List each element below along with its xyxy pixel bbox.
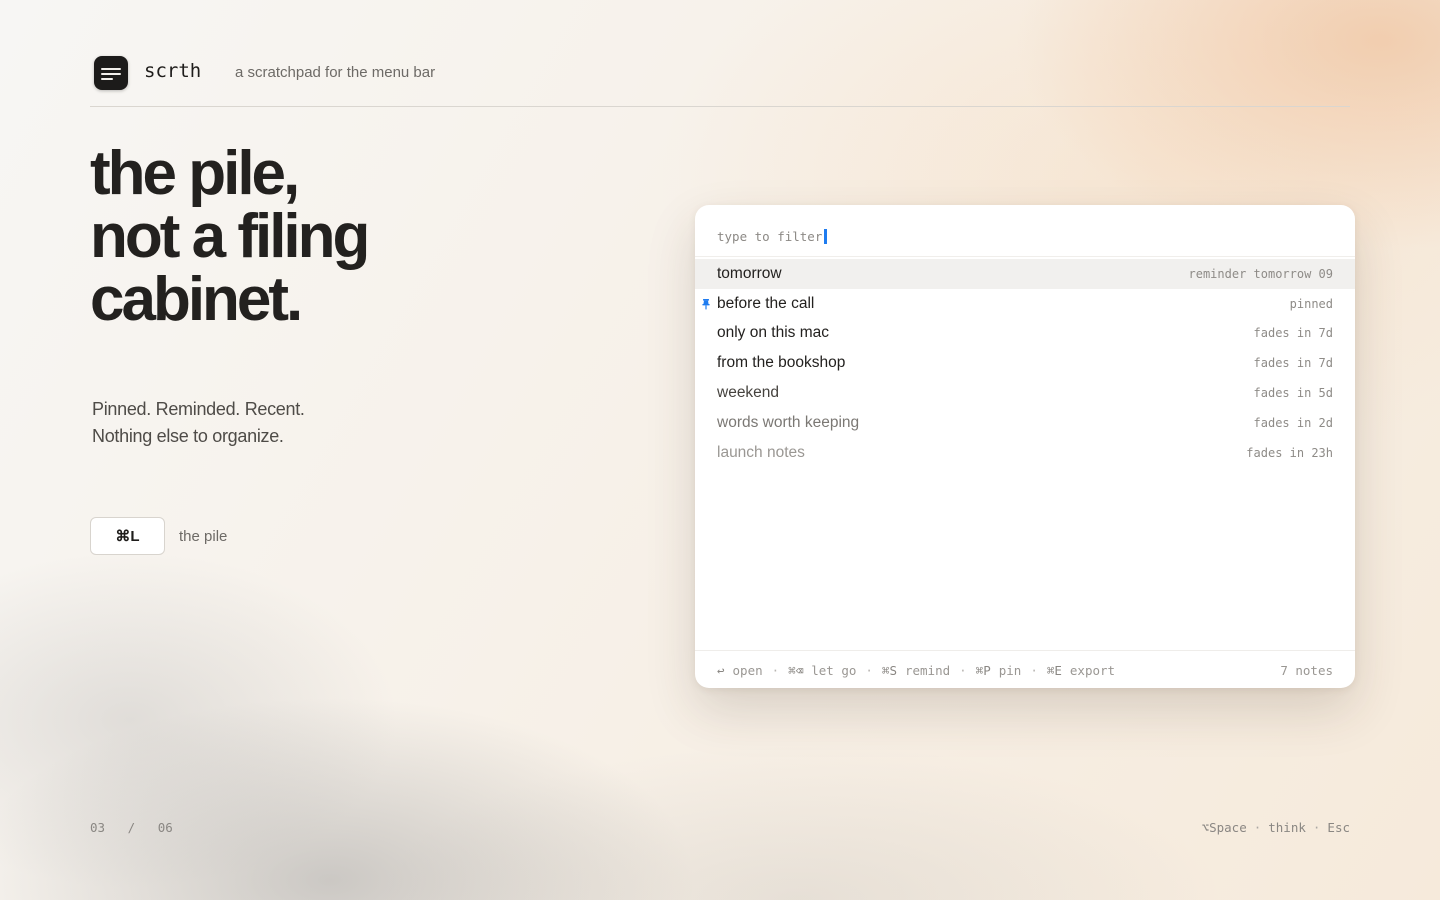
- delete-key-hint: ⌘⌫: [788, 662, 804, 678]
- note-row[interactable]: launch notes fades in 23h: [695, 438, 1355, 468]
- footer-separator: ·: [1030, 662, 1038, 678]
- note-row[interactable]: before the call pinned: [695, 289, 1355, 319]
- text-caret-icon: [824, 228, 828, 244]
- note-title: tomorrow: [717, 264, 782, 282]
- note-title: before the call: [717, 294, 815, 312]
- note-row[interactable]: weekend fades in 5d: [695, 378, 1355, 408]
- return-key-icon: ↩: [717, 662, 725, 678]
- shortcut-footer: ↩ open · ⌘⌫ let go · ⌘S remind · ⌘P pin …: [717, 661, 1333, 679]
- remind-key-hint: ⌘S: [881, 662, 897, 678]
- note-title: from the bookshop: [717, 354, 846, 372]
- hint-esc: Esc: [1327, 820, 1350, 835]
- export-key-hint: ⌘E: [1046, 662, 1062, 678]
- note-title: weekend: [717, 384, 780, 402]
- brand-name: scrth: [144, 60, 202, 82]
- filter-input[interactable]: type to filter: [717, 227, 828, 245]
- page-total: 06: [157, 820, 173, 835]
- headline-line: not a filing: [90, 202, 370, 271]
- shortcut-keycap[interactable]: ⌘L: [90, 517, 165, 555]
- note-title: only on this mac: [717, 324, 829, 342]
- action-let-go[interactable]: let go: [811, 663, 856, 678]
- note-row[interactable]: only on this mac fades in 7d: [695, 319, 1355, 349]
- subheading-line: Pinned. Reminded. Recent.: [92, 399, 305, 419]
- header-divider: [90, 106, 1350, 107]
- note-meta: reminder tomorrow 09: [1188, 266, 1334, 281]
- note-meta: fades in 7d: [1253, 356, 1333, 371]
- note-row[interactable]: from the bookshop fades in 7d: [695, 348, 1355, 378]
- keyboard-hints: ⌥Space · think · Esc: [1202, 820, 1350, 835]
- action-export[interactable]: export: [1070, 663, 1115, 678]
- hint-separator: ·: [1312, 820, 1321, 835]
- hint-separator: ·: [1253, 820, 1262, 835]
- note-title: launch notes: [717, 443, 805, 461]
- app-logo-icon: [94, 56, 128, 90]
- note-row[interactable]: tomorrow reminder tomorrow 09: [695, 259, 1355, 289]
- note-meta: fades in 7d: [1253, 326, 1333, 341]
- pin-icon: [702, 298, 710, 310]
- hint-think: think: [1268, 820, 1306, 835]
- tagline: a scratchpad for the menu bar: [235, 64, 436, 81]
- note-meta: fades in 2d: [1253, 415, 1333, 430]
- subheading-line: Nothing else to organize.: [92, 426, 284, 446]
- note-title: words worth keeping: [717, 413, 860, 431]
- slide-pager: 03 / 06: [90, 820, 173, 835]
- footer-divider: [695, 650, 1355, 651]
- footer-separator: ·: [771, 662, 780, 678]
- pin-key-hint: ⌘P: [975, 662, 991, 678]
- headline-line: cabinet.: [90, 265, 303, 334]
- action-remind[interactable]: remind: [905, 663, 950, 678]
- action-pin[interactable]: pin: [999, 663, 1022, 678]
- footer-separator: ·: [959, 662, 967, 678]
- page-current: 03: [90, 820, 106, 835]
- page-separator: /: [127, 820, 136, 835]
- note-row[interactable]: words worth keeping fades in 2d: [695, 408, 1355, 438]
- hint-option-space: ⌥Space: [1201, 820, 1247, 835]
- shortcut-label: the pile: [179, 528, 228, 545]
- subheading: Pinned. Reminded. Recent. Nothing else t…: [92, 396, 305, 450]
- note-meta: fades in 5d: [1253, 386, 1333, 401]
- notes-count: 7 notes: [1280, 662, 1333, 678]
- footer-separator: ·: [865, 662, 873, 678]
- note-list: tomorrow reminder tomorrow 09 before the…: [695, 259, 1355, 468]
- filter-placeholder: type to filter: [717, 228, 823, 244]
- note-meta: fades in 23h: [1246, 445, 1333, 460]
- pile-panel: type to filter tomorrow reminder tomorro…: [695, 205, 1355, 688]
- action-open[interactable]: open: [733, 663, 763, 678]
- headline: the pile, not a filing cabinet.: [90, 139, 370, 334]
- filter-divider: [695, 256, 1355, 257]
- note-meta: pinned: [1289, 296, 1333, 311]
- headline-line: the pile,: [90, 139, 300, 208]
